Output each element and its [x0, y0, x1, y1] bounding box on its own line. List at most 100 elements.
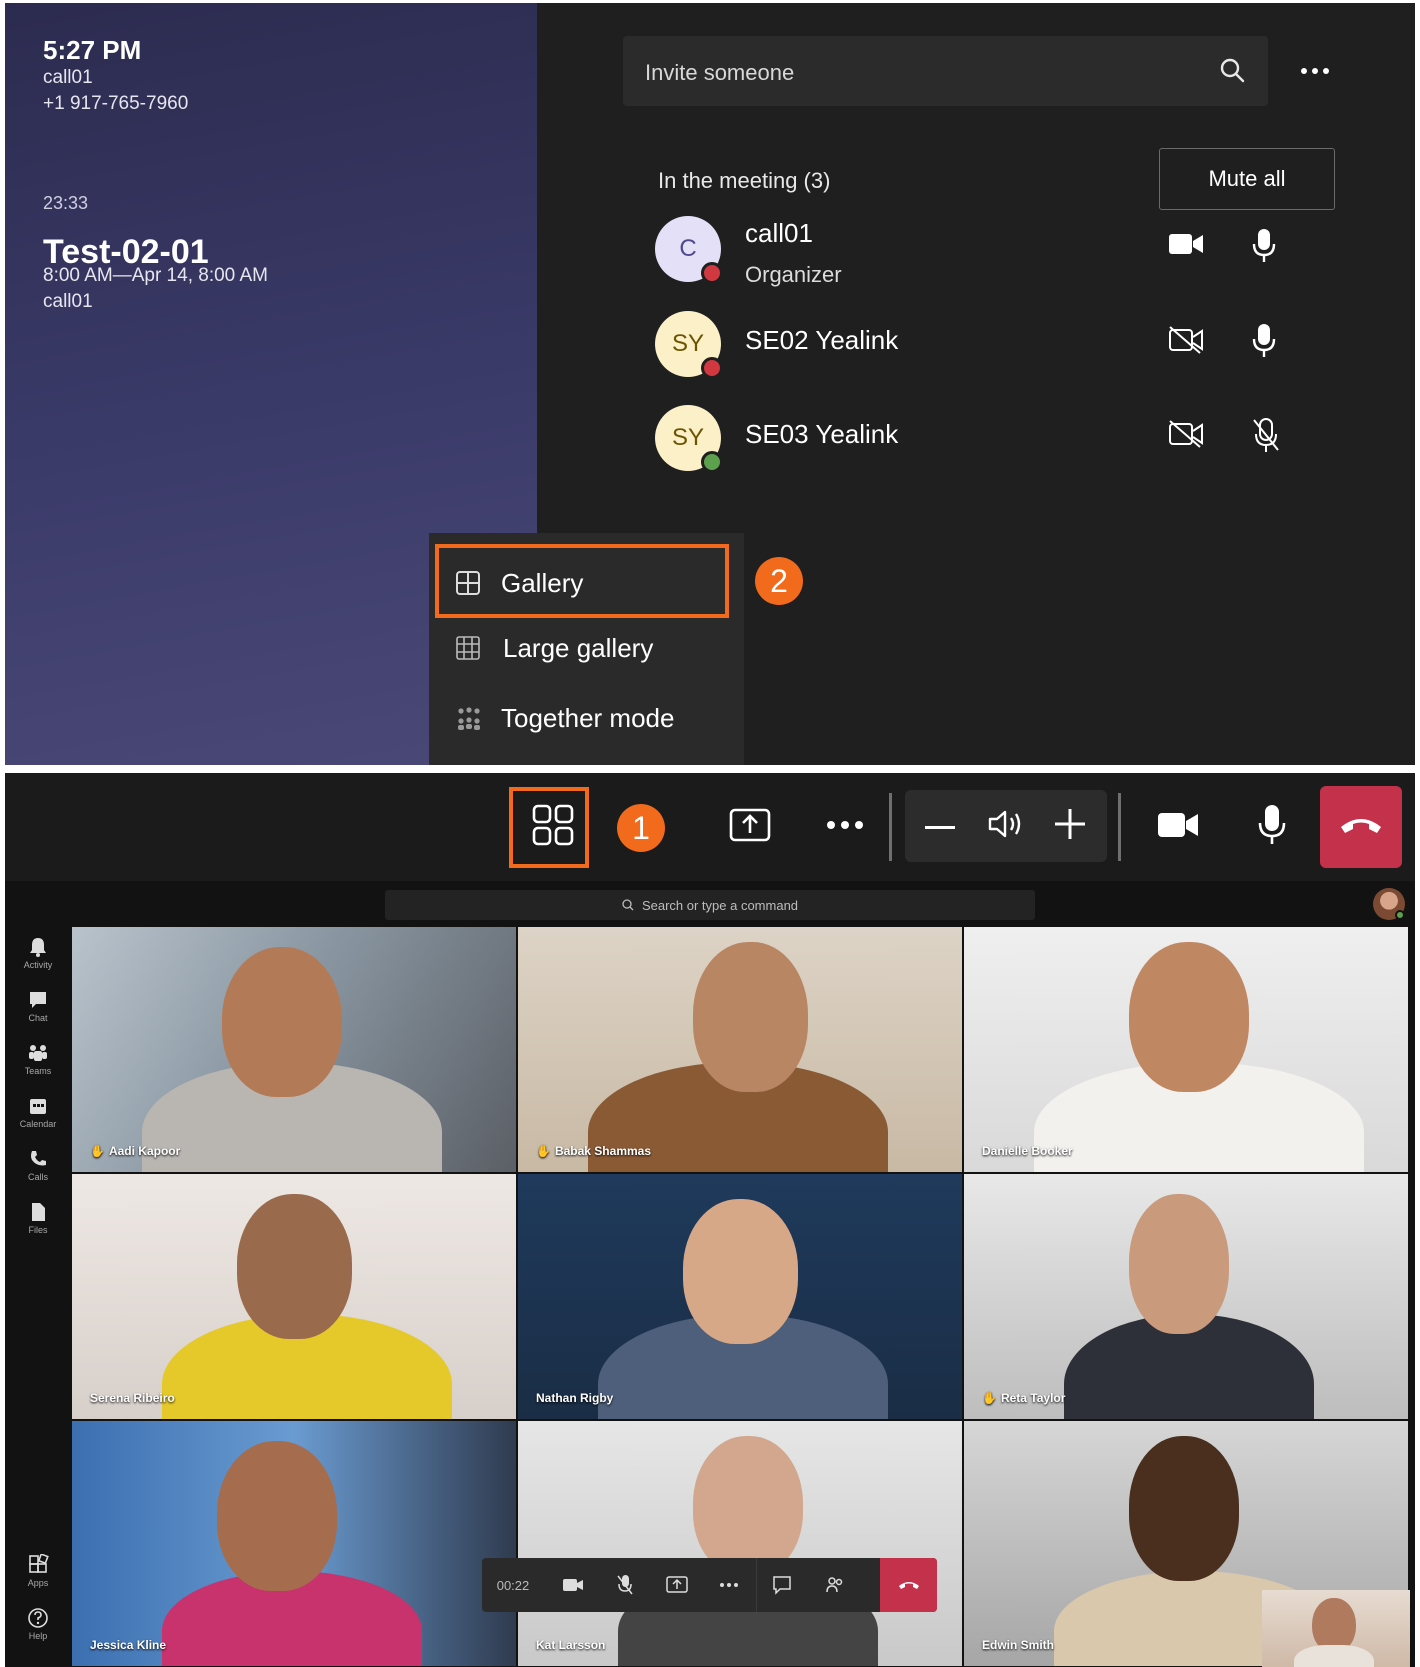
in-meeting-heading: In the meeting (3) — [658, 168, 831, 193]
mic-muted-icon — [617, 1575, 633, 1595]
speaker-button[interactable] — [981, 790, 1031, 862]
camera-icon — [1157, 810, 1199, 845]
teams-icon — [29, 1045, 47, 1061]
rail-item-calendar[interactable]: Calendar — [5, 1095, 71, 1147]
speaker-icon — [987, 808, 1025, 845]
camera-icon — [563, 1579, 583, 1591]
tile-name: Edwin Smith — [982, 1638, 1054, 1652]
share-screen-button[interactable] — [715, 773, 785, 881]
participant-row[interactable]: SY SE02 Yealink — [655, 305, 1345, 395]
rail-item-teams[interactable]: Teams — [5, 1042, 71, 1094]
call-timer: 00:22 — [496, 1577, 530, 1593]
mic-button[interactable] — [1237, 773, 1307, 881]
chat-icon — [30, 992, 46, 1008]
divider — [889, 793, 892, 861]
menu-item-large-gallery[interactable]: Large gallery — [429, 615, 744, 681]
presence-available-icon — [1395, 910, 1405, 920]
presence-busy-icon — [701, 262, 723, 284]
volume-up-icon — [1055, 808, 1085, 844]
teams-search-bar[interactable]: Search or type a command — [385, 890, 1035, 920]
call-duration: 23:33 — [43, 193, 89, 213]
video-tile[interactable]: Danielle Booker — [963, 926, 1409, 1173]
camera-on-icon[interactable] — [1168, 230, 1204, 263]
self-preview-video[interactable] — [1262, 1590, 1410, 1667]
tile-name: ✋ Babak Shammas — [536, 1144, 651, 1158]
invite-search-field[interactable]: Invite someone — [623, 36, 1268, 106]
apps-icon — [29, 1554, 49, 1573]
share-screen-icon — [729, 808, 771, 847]
mic-on-icon[interactable] — [1251, 323, 1277, 364]
more-options-icon[interactable] — [1295, 53, 1335, 89]
caller-number: +1 917-765-7960 — [43, 93, 189, 114]
volume-down-icon — [925, 817, 955, 835]
rail-item-help[interactable]: Help — [5, 1607, 71, 1659]
large-gallery-icon — [455, 635, 481, 666]
mini-more-button[interactable] — [704, 1558, 754, 1612]
mini-share-button[interactable] — [652, 1558, 702, 1612]
video-tile[interactable]: ✋ Babak Shammas — [517, 926, 963, 1173]
video-tile[interactable]: ✋ Aadi Kapoor — [71, 926, 517, 1173]
volume-up-button[interactable] — [1045, 790, 1095, 862]
rail-item-activity[interactable]: Activity — [5, 936, 71, 988]
call-control-bar — [5, 773, 1415, 881]
rail-item-chat[interactable]: Chat — [5, 989, 71, 1041]
camera-off-icon[interactable] — [1168, 419, 1204, 454]
participant-row[interactable]: SY SE03 Yealink — [655, 399, 1345, 489]
camera-off-icon[interactable] — [1168, 325, 1204, 360]
raised-hand-icon: ✋ — [982, 1391, 997, 1405]
more-icon — [825, 818, 865, 836]
participant-role: Organizer — [745, 262, 842, 287]
video-tile[interactable]: Nathan Rigby — [517, 1173, 963, 1420]
together-mode-icon — [455, 705, 483, 738]
rail-item-files[interactable]: Files — [5, 1201, 71, 1253]
help-icon — [28, 1608, 48, 1628]
tile-name: ✋ Aadi Kapoor — [90, 1144, 181, 1158]
meeting-organizer: call01 — [43, 291, 93, 312]
video-tile[interactable]: Serena Ribeiro — [71, 1173, 517, 1420]
menu-item-together-mode[interactable]: Together mode — [429, 685, 744, 751]
volume-control — [905, 790, 1107, 862]
video-tile[interactable]: Kat Larsson — [517, 1420, 963, 1667]
mini-call-controls: 00:22 — [482, 1558, 937, 1612]
menu-item-label: Together mode — [501, 703, 675, 733]
divider — [1118, 793, 1121, 861]
search-icon[interactable] — [1218, 56, 1246, 89]
mute-all-button[interactable]: Mute all — [1159, 148, 1335, 210]
camera-button[interactable] — [1140, 773, 1215, 881]
video-tile[interactable]: Jessica Kline — [71, 1420, 517, 1667]
invite-placeholder: Invite someone — [645, 60, 795, 85]
participants-icon — [826, 1577, 843, 1593]
tile-name: Serena Ribeiro — [90, 1391, 175, 1405]
mini-chat-button[interactable] — [756, 1558, 806, 1612]
volume-down-button[interactable] — [915, 790, 965, 862]
presence-available-icon — [701, 451, 723, 473]
participant-name: call01 — [745, 218, 813, 248]
mini-participants-button[interactable] — [810, 1558, 860, 1612]
participant-name: SE02 Yealink — [745, 325, 899, 355]
phone-icon — [31, 1151, 46, 1166]
teams-gallery-screenshot: Search or type a command Activity Chat T… — [5, 881, 1415, 1667]
rail-item-calls[interactable]: Calls — [5, 1148, 71, 1200]
mini-mic-button[interactable] — [600, 1558, 650, 1612]
mic-muted-icon[interactable] — [1251, 417, 1281, 460]
hangup-icon — [898, 1582, 919, 1589]
tile-name: Nathan Rigby — [536, 1391, 614, 1405]
mic-on-icon[interactable] — [1251, 228, 1277, 269]
presence-busy-icon — [701, 357, 723, 379]
video-tile[interactable]: ✋ Reta Taylor — [963, 1173, 1409, 1420]
hang-up-button[interactable] — [1320, 786, 1402, 868]
rail-item-apps[interactable]: Apps — [5, 1554, 71, 1606]
gallery-highlight-box — [435, 544, 729, 618]
user-avatar[interactable] — [1373, 888, 1405, 920]
file-icon — [32, 1203, 45, 1221]
mic-icon — [1257, 804, 1287, 851]
participant-row[interactable]: C call01 Organizer — [655, 210, 1345, 300]
mini-camera-button[interactable] — [548, 1558, 598, 1612]
mini-hang-up-button[interactable] — [880, 1558, 937, 1612]
participant-name: SE03 Yealink — [745, 419, 899, 449]
video-gallery: ✋ Aadi Kapoor ✋ Babak Shammas Danielle Boo… — [71, 926, 1415, 1667]
more-actions-button[interactable] — [810, 773, 880, 881]
more-icon — [720, 1583, 738, 1587]
tile-name: Danielle Booker — [982, 1144, 1073, 1158]
raised-hand-icon: ✋ — [536, 1144, 551, 1158]
